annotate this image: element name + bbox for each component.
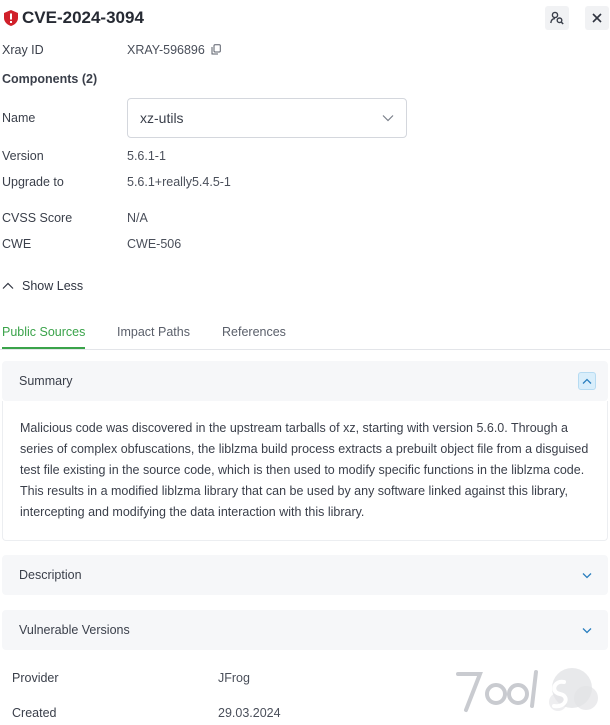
tab-public-sources[interactable]: Public Sources: [2, 325, 85, 339]
chevron-down-icon: [582, 627, 592, 633]
description-title: Description: [19, 568, 82, 582]
created-value: 29.03.2024: [218, 706, 281, 720]
xray-id-row: Xray ID: [2, 43, 44, 57]
details-header: CVE-2024-3094: [0, 0, 610, 36]
upgrade-row: Upgrade to: [2, 175, 64, 189]
tab-impact-paths[interactable]: Impact Paths: [117, 325, 190, 339]
version-row: Version: [2, 149, 44, 163]
show-less-button[interactable]: Show Less: [2, 279, 83, 293]
close-button[interactable]: [585, 6, 609, 30]
component-select[interactable]: xz-utils: [127, 98, 407, 138]
severity-shield-icon: [4, 10, 18, 26]
show-less-label: Show Less: [22, 279, 84, 293]
name-row: Name: [2, 111, 35, 125]
person-search-icon: [550, 11, 564, 25]
summary-panel: Summary Malicious code was discovered in…: [2, 361, 608, 541]
provider-label: Provider: [12, 671, 59, 685]
upgrade-value: 5.6.1+really5.4.5-1: [127, 175, 231, 189]
copy-icon[interactable]: [211, 44, 222, 55]
cvss-value: N/A: [127, 211, 148, 225]
upgrade-label: Upgrade to: [2, 175, 64, 189]
summary-text: Malicious code was discovered in the ups…: [20, 421, 589, 519]
cvss-label: CVSS Score: [2, 211, 73, 225]
vulnerable-versions-title: Vulnerable Versions: [19, 623, 130, 637]
created-label: Created: [12, 706, 57, 720]
summary-title: Summary: [19, 374, 73, 388]
active-tab-indicator: [2, 347, 85, 349]
cwe-row: CWE: [2, 237, 31, 251]
vulnerable-versions-panel-header[interactable]: Vulnerable Versions: [2, 610, 608, 650]
description-panel: Description: [2, 555, 608, 595]
name-label: Name: [2, 111, 36, 125]
description-panel-header[interactable]: Description: [2, 555, 608, 595]
tab-bar: Public Sources Impact Paths References: [0, 322, 610, 350]
version-value: 5.6.1-1: [127, 149, 166, 163]
chevron-down-icon: [382, 115, 394, 122]
description-expand-button[interactable]: [578, 566, 596, 584]
xray-id-value-group: XRAY-596896: [127, 43, 222, 57]
version-label: Version: [2, 149, 44, 163]
close-icon: [592, 13, 602, 23]
chevron-up-icon: [2, 282, 14, 289]
xray-id-value: XRAY-596896: [127, 43, 205, 57]
component-select-value: xz-utils: [140, 110, 184, 126]
vulnerable-versions-expand-button[interactable]: [578, 621, 596, 639]
cwe-label: CWE: [2, 237, 32, 251]
chevron-down-icon: [582, 572, 592, 578]
summary-collapse-button[interactable]: [578, 372, 596, 390]
watermark-logo-icon: [456, 668, 598, 712]
tab-references[interactable]: References: [222, 325, 286, 339]
cvss-row: CVSS Score: [2, 211, 72, 225]
impact-search-button[interactable]: [545, 6, 569, 30]
chevron-up-icon: [582, 378, 592, 384]
provider-value: JFrog: [218, 671, 250, 685]
summary-panel-header[interactable]: Summary: [2, 361, 608, 401]
xray-id-label: Xray ID: [2, 43, 44, 57]
summary-panel-body: Malicious code was discovered in the ups…: [2, 401, 608, 541]
cwe-value: CWE-506: [127, 237, 182, 251]
vulnerable-versions-panel: Vulnerable Versions: [2, 610, 608, 650]
components-heading: Components (2): [2, 72, 98, 86]
page-title: CVE-2024-3094: [22, 8, 144, 27]
